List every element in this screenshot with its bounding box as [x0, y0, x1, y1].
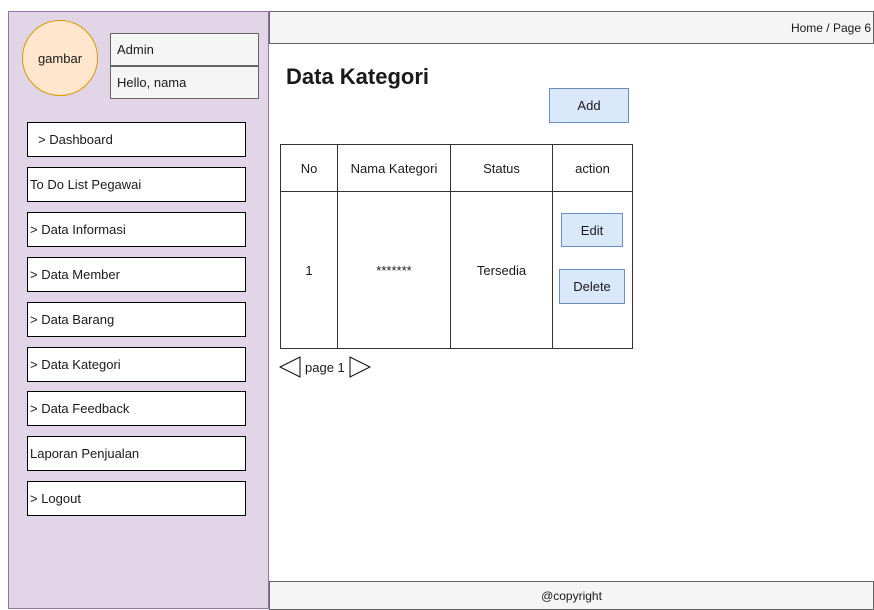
column-header-action: action [552, 144, 633, 192]
add-button[interactable]: Add [549, 88, 629, 123]
avatar-label: gambar [37, 50, 83, 66]
avatar[interactable]: gambar [22, 20, 98, 96]
column-header-status: Status [450, 144, 553, 192]
cell-nama-kategori: ******* [337, 191, 451, 349]
cell-action: Edit Delete [552, 191, 633, 349]
table-header-row: No Nama Kategori Status action [280, 144, 633, 192]
delete-button[interactable]: Delete [559, 269, 625, 304]
breadcrumb[interactable]: Home / Page 6 [791, 21, 871, 35]
sidebar-item-laporan-penjualan[interactable]: Laporan Penjualan [27, 436, 246, 471]
column-header-nama-kategori: Nama Kategori [337, 144, 451, 192]
edit-button[interactable]: Edit [561, 213, 623, 247]
previous-page-icon[interactable] [279, 356, 301, 378]
page-title: Data Kategori [286, 64, 430, 89]
sidebar-item-to-do-list-pegawai[interactable]: To Do List Pegawai [27, 167, 246, 202]
pagination: page 1 [279, 356, 371, 378]
next-page-icon[interactable] [349, 356, 371, 378]
sidebar-item-data-kategori[interactable]: > Data Kategori [27, 347, 246, 382]
page-indicator: page 1 [305, 359, 345, 375]
sidebar-item-data-informasi[interactable]: > Data Informasi [27, 212, 246, 247]
cell-no: 1 [280, 191, 338, 349]
sidebar-item-data-feedback[interactable]: > Data Feedback [27, 391, 246, 426]
sidebar-item-data-member[interactable]: > Data Member [27, 257, 246, 292]
table-row: 1 ******* Tersedia Edit Delete [280, 191, 633, 349]
top-bar: Home / Page 6 [269, 11, 874, 44]
user-greeting: Hello, nama [110, 66, 259, 99]
cell-status: Tersedia [450, 191, 553, 349]
column-header-no: No [280, 144, 338, 192]
copyright-text: @copyright [541, 588, 602, 603]
footer: @copyright [269, 581, 874, 610]
sidebar-item-data-barang[interactable]: > Data Barang [27, 302, 246, 337]
user-role: Admin [110, 33, 259, 66]
sidebar-item-logout[interactable]: > Logout [27, 481, 246, 516]
category-table: No Nama Kategori Status action 1 *******… [280, 144, 633, 349]
sidebar-item-dashboard[interactable]: > Dashboard [27, 122, 246, 157]
